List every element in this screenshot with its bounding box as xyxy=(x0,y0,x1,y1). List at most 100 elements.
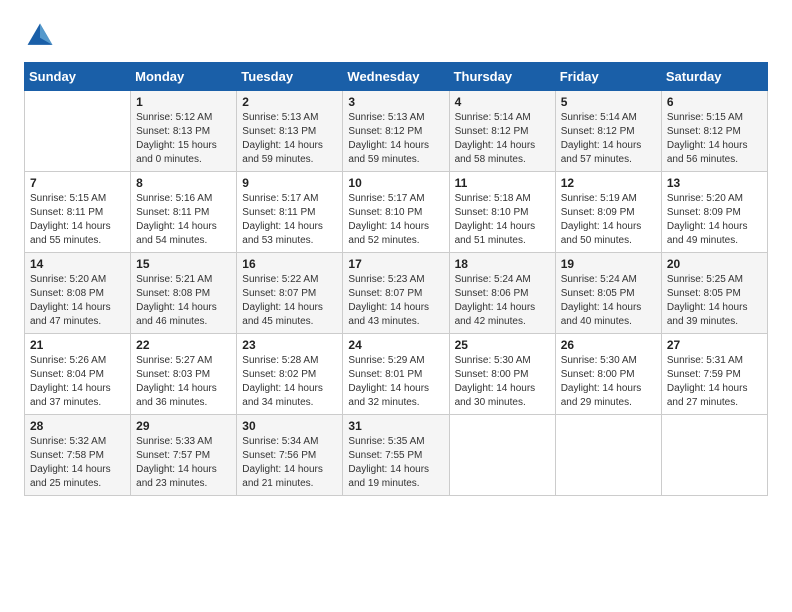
calendar-cell: 13 Sunrise: 5:20 AM Sunset: 8:09 PM Dayli… xyxy=(661,172,767,253)
calendar-cell: 28Sunrise: 5:32 AM Sunset: 7:58 PM Dayli… xyxy=(25,415,131,496)
day-number: 22 xyxy=(136,338,231,352)
calendar-cell: 23 Sunrise: 5:28 AM Sunset: 8:02 PM Dayli… xyxy=(237,334,343,415)
day-number: 16 xyxy=(242,257,337,271)
day-info: Sunrise: 5:12 AM Sunset: 8:13 PM Dayligh… xyxy=(136,111,231,167)
day-number: 8 xyxy=(136,176,231,190)
day-number: 27 xyxy=(667,338,762,352)
logo xyxy=(24,20,62,52)
day-number: 26 xyxy=(561,338,656,352)
day-info: Sunrise: 5:13 AM Sunset: 8:12 PM Dayligh… xyxy=(348,111,443,167)
day-info: Sunrise: 5:20 AM Sunset: 8:08 PM Dayligh… xyxy=(30,273,125,329)
day-info: Sunrise: 5:22 AM Sunset: 8:07 PM Dayligh… xyxy=(242,273,337,329)
calendar-week-row: 1 Sunrise: 5:12 AM Sunset: 8:13 PM Daylig… xyxy=(25,91,768,172)
calendar-table: SundayMondayTuesdayWednesdayThursdayFrid… xyxy=(24,62,768,496)
day-number: 5 xyxy=(561,95,656,109)
day-info: Sunrise: 5:15 AM Sunset: 8:11 PM Dayligh… xyxy=(30,192,125,248)
calendar-cell: 16 Sunrise: 5:22 AM Sunset: 8:07 PM Dayli… xyxy=(237,253,343,334)
day-info: Sunrise: 5:25 AM Sunset: 8:05 PM Dayligh… xyxy=(667,273,762,329)
day-number: 7 xyxy=(30,176,125,190)
calendar-cell: 1 Sunrise: 5:12 AM Sunset: 8:13 PM Daylig… xyxy=(131,91,237,172)
day-info: Sunrise: 5:30 AM Sunset: 8:00 PM Dayligh… xyxy=(561,354,656,410)
calendar-cell: 12 Sunrise: 5:19 AM Sunset: 8:09 PM Dayli… xyxy=(555,172,661,253)
day-number: 11 xyxy=(455,176,550,190)
calendar-cell: 10Sunrise: 5:17 AM Sunset: 8:10 PM Dayli… xyxy=(343,172,449,253)
logo-icon xyxy=(24,20,56,52)
day-info: Sunrise: 5:16 AM Sunset: 8:11 PM Dayligh… xyxy=(136,192,231,248)
day-number: 1 xyxy=(136,95,231,109)
weekday-header: Saturday xyxy=(661,63,767,91)
calendar-cell xyxy=(25,91,131,172)
calendar-cell: 11 Sunrise: 5:18 AM Sunset: 8:10 PM Dayli… xyxy=(449,172,555,253)
calendar-cell: 25 Sunrise: 5:30 AM Sunset: 8:00 PM Dayli… xyxy=(449,334,555,415)
day-number: 14 xyxy=(30,257,125,271)
day-info: Sunrise: 5:34 AM Sunset: 7:56 PM Dayligh… xyxy=(242,435,337,491)
day-info: Sunrise: 5:24 AM Sunset: 8:06 PM Dayligh… xyxy=(455,273,550,329)
calendar-cell: 27 Sunrise: 5:31 AM Sunset: 7:59 PM Dayli… xyxy=(661,334,767,415)
calendar-cell: 2Sunrise: 5:13 AM Sunset: 8:13 PM Daylig… xyxy=(237,91,343,172)
day-info: Sunrise: 5:33 AM Sunset: 7:57 PM Dayligh… xyxy=(136,435,231,491)
day-number: 9 xyxy=(242,176,337,190)
calendar-cell: 17 Sunrise: 5:23 AM Sunset: 8:07 PM Dayli… xyxy=(343,253,449,334)
calendar-cell xyxy=(449,415,555,496)
calendar-cell: 5 Sunrise: 5:14 AM Sunset: 8:12 PM Daylig… xyxy=(555,91,661,172)
day-info: Sunrise: 5:14 AM Sunset: 8:12 PM Dayligh… xyxy=(455,111,550,167)
weekday-header: Sunday xyxy=(25,63,131,91)
calendar-cell: 18 Sunrise: 5:24 AM Sunset: 8:06 PM Dayli… xyxy=(449,253,555,334)
calendar-cell: 7 Sunrise: 5:15 AM Sunset: 8:11 PM Daylig… xyxy=(25,172,131,253)
day-info: Sunrise: 5:23 AM Sunset: 8:07 PM Dayligh… xyxy=(348,273,443,329)
calendar-cell: 3 Sunrise: 5:13 AM Sunset: 8:12 PM Daylig… xyxy=(343,91,449,172)
calendar-cell: 8 Sunrise: 5:16 AM Sunset: 8:11 PM Daylig… xyxy=(131,172,237,253)
weekday-header: Wednesday xyxy=(343,63,449,91)
calendar-cell: 6Sunrise: 5:15 AM Sunset: 8:12 PM Daylig… xyxy=(661,91,767,172)
calendar-cell: 14 Sunrise: 5:20 AM Sunset: 8:08 PM Dayli… xyxy=(25,253,131,334)
day-info: Sunrise: 5:20 AM Sunset: 8:09 PM Dayligh… xyxy=(667,192,762,248)
day-number: 31 xyxy=(348,419,443,433)
calendar-cell: 21 Sunrise: 5:26 AM Sunset: 8:04 PM Dayli… xyxy=(25,334,131,415)
day-number: 13 xyxy=(667,176,762,190)
day-info: Sunrise: 5:26 AM Sunset: 8:04 PM Dayligh… xyxy=(30,354,125,410)
page-header xyxy=(24,20,768,52)
day-number: 15 xyxy=(136,257,231,271)
calendar-cell: 26 Sunrise: 5:30 AM Sunset: 8:00 PM Dayli… xyxy=(555,334,661,415)
day-number: 29 xyxy=(136,419,231,433)
day-info: Sunrise: 5:35 AM Sunset: 7:55 PM Dayligh… xyxy=(348,435,443,491)
day-info: Sunrise: 5:24 AM Sunset: 8:05 PM Dayligh… xyxy=(561,273,656,329)
day-info: Sunrise: 5:31 AM Sunset: 7:59 PM Dayligh… xyxy=(667,354,762,410)
day-info: Sunrise: 5:17 AM Sunset: 8:11 PM Dayligh… xyxy=(242,192,337,248)
calendar-cell xyxy=(555,415,661,496)
day-number: 30 xyxy=(242,419,337,433)
day-info: Sunrise: 5:30 AM Sunset: 8:00 PM Dayligh… xyxy=(455,354,550,410)
day-info: Sunrise: 5:14 AM Sunset: 8:12 PM Dayligh… xyxy=(561,111,656,167)
day-info: Sunrise: 5:19 AM Sunset: 8:09 PM Dayligh… xyxy=(561,192,656,248)
day-number: 4 xyxy=(455,95,550,109)
day-number: 18 xyxy=(455,257,550,271)
day-number: 10 xyxy=(348,176,443,190)
day-number: 28 xyxy=(30,419,125,433)
calendar-header-row: SundayMondayTuesdayWednesdayThursdayFrid… xyxy=(25,63,768,91)
day-number: 17 xyxy=(348,257,443,271)
day-info: Sunrise: 5:18 AM Sunset: 8:10 PM Dayligh… xyxy=(455,192,550,248)
calendar-cell: 31 Sunrise: 5:35 AM Sunset: 7:55 PM Dayli… xyxy=(343,415,449,496)
day-info: Sunrise: 5:27 AM Sunset: 8:03 PM Dayligh… xyxy=(136,354,231,410)
calendar-cell: 15Sunrise: 5:21 AM Sunset: 8:08 PM Dayli… xyxy=(131,253,237,334)
day-number: 12 xyxy=(561,176,656,190)
calendar-week-row: 7 Sunrise: 5:15 AM Sunset: 8:11 PM Daylig… xyxy=(25,172,768,253)
calendar-cell: 22 Sunrise: 5:27 AM Sunset: 8:03 PM Dayli… xyxy=(131,334,237,415)
day-info: Sunrise: 5:15 AM Sunset: 8:12 PM Dayligh… xyxy=(667,111,762,167)
day-number: 25 xyxy=(455,338,550,352)
weekday-header: Thursday xyxy=(449,63,555,91)
calendar-week-row: 21 Sunrise: 5:26 AM Sunset: 8:04 PM Dayli… xyxy=(25,334,768,415)
day-info: Sunrise: 5:28 AM Sunset: 8:02 PM Dayligh… xyxy=(242,354,337,410)
day-number: 21 xyxy=(30,338,125,352)
day-number: 24 xyxy=(348,338,443,352)
calendar-cell: 19Sunrise: 5:24 AM Sunset: 8:05 PM Dayli… xyxy=(555,253,661,334)
day-number: 23 xyxy=(242,338,337,352)
calendar-cell: 20 Sunrise: 5:25 AM Sunset: 8:05 PM Dayli… xyxy=(661,253,767,334)
calendar-cell: 4 Sunrise: 5:14 AM Sunset: 8:12 PM Daylig… xyxy=(449,91,555,172)
day-number: 20 xyxy=(667,257,762,271)
calendar-week-row: 14 Sunrise: 5:20 AM Sunset: 8:08 PM Dayli… xyxy=(25,253,768,334)
weekday-header: Tuesday xyxy=(237,63,343,91)
day-number: 3 xyxy=(348,95,443,109)
calendar-cell: 29 Sunrise: 5:33 AM Sunset: 7:57 PM Dayli… xyxy=(131,415,237,496)
calendar-cell: 24Sunrise: 5:29 AM Sunset: 8:01 PM Dayli… xyxy=(343,334,449,415)
